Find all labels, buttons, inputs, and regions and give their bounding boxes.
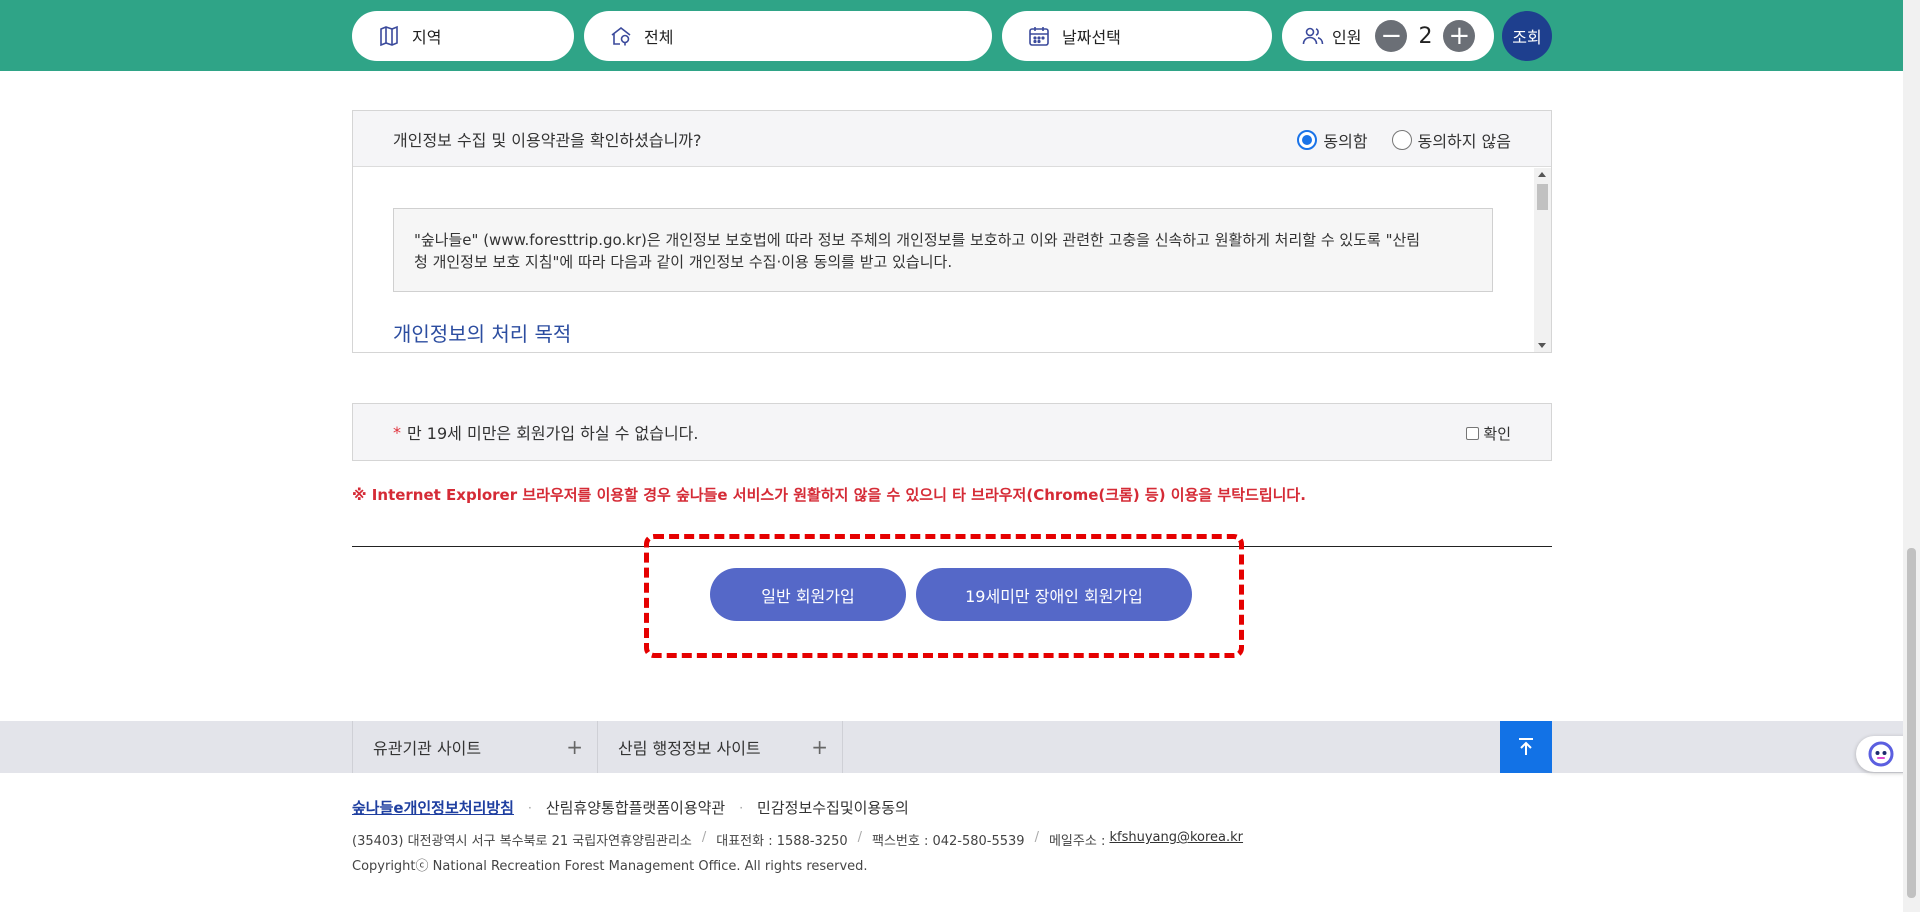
- scroll-down-arrow-icon[interactable]: [1538, 343, 1546, 348]
- related-sites-label: 유관기관 사이트: [373, 739, 482, 758]
- search-button[interactable]: 조회: [1502, 11, 1552, 61]
- consent-radio-group: 동의함 동의하지 않음: [1273, 128, 1511, 152]
- footer-site-bar: 유관기관 사이트 + 산림 행정정보 사이트 +: [0, 721, 1903, 773]
- info-separator: /: [857, 830, 862, 845]
- calendar-icon: [1026, 23, 1052, 49]
- chatbot-icon: [1868, 741, 1894, 767]
- scroll-to-top-button[interactable]: [1500, 721, 1552, 773]
- scroll-up-arrow-icon[interactable]: [1538, 172, 1546, 177]
- purpose-title: 개인정보의 처리 목적: [393, 322, 572, 346]
- terms-question: 개인정보 수집 및 이용약관을 확인하셨습니까?: [393, 130, 702, 150]
- chatbot-button[interactable]: [1856, 736, 1906, 772]
- terms-scrollbar[interactable]: [1534, 168, 1551, 352]
- notice-line-1: "숲나들e" (www.foresttrip.go.kr)은 개인정보 보호법에…: [414, 231, 1421, 249]
- disagree-radio[interactable]: [1391, 130, 1412, 150]
- people-label: 인원: [1332, 28, 1362, 47]
- footer-links: 숲나들e개인정보처리방침 · 산림휴양통합플랫폼이용약관 · 민감정보수집및이용…: [352, 797, 909, 818]
- privacy-policy-link[interactable]: 숲나들e개인정보처리방침: [352, 797, 514, 818]
- house-pin-icon: [608, 23, 634, 49]
- age-notice-text: 만 19세 미만은 회원가입 하실 수 없습니다.: [407, 424, 699, 443]
- arrow-up-icon: [1519, 738, 1533, 755]
- notice-line-2: 청 개인정보 보호 지침"에 따라 다음과 같이 개인정보 수집·이용 동의를 …: [414, 253, 953, 271]
- privacy-notice: "숲나들e" (www.foresttrip.go.kr)은 개인정보 보호법에…: [393, 208, 1493, 292]
- page-scroll-thumb[interactable]: [1907, 548, 1916, 898]
- age-confirm-checkbox[interactable]: [1466, 427, 1480, 440]
- page-scrollbar[interactable]: [1903, 0, 1920, 912]
- top-search-bar: 지역 전체 날짜선택 인원 − 2 + 조회: [0, 0, 1903, 71]
- people-icon: [1300, 23, 1326, 49]
- related-sites-select[interactable]: 유관기관 사이트 +: [352, 721, 598, 773]
- plus-icon: +: [566, 735, 583, 759]
- phone-text: 대표전화 : 1588-3250: [716, 834, 848, 849]
- link-separator: ·: [527, 800, 532, 815]
- increase-people-button[interactable]: +: [1443, 20, 1476, 52]
- forest-admin-sites-select[interactable]: 산림 행정정보 사이트 +: [597, 721, 843, 773]
- info-separator: /: [1034, 830, 1039, 845]
- terms-scroll-area[interactable]: "숲나들e" (www.foresttrip.go.kr)은 개인정보 보호법에…: [353, 168, 1551, 352]
- decrease-people-button[interactable]: −: [1375, 20, 1408, 52]
- category-label: 전체: [644, 28, 674, 47]
- footer-address: (35403) 대전광역시 서구 복수북로 21 국립자연휴양림관리소 / 대표…: [352, 830, 1243, 849]
- email-label: 메일주소 :: [1048, 834, 1106, 849]
- map-icon: [376, 23, 402, 49]
- plus-icon: +: [811, 735, 828, 759]
- agree-option[interactable]: 동의함: [1297, 128, 1368, 152]
- address-text: (35403) 대전광역시 서구 복수북로 21 국립자연휴양림관리소: [352, 834, 692, 849]
- terms-panel: 개인정보 수집 및 이용약관을 확인하셨습니까? 동의함 동의하지 않음 "숲나…: [352, 110, 1552, 353]
- date-label: 날짜선택: [1062, 28, 1121, 47]
- disagree-label: 동의하지 않음: [1417, 132, 1511, 151]
- age-notice-panel: * 만 19세 미만은 회원가입 하실 수 없습니다. 확인: [352, 403, 1552, 461]
- sensitive-info-link[interactable]: 민감정보수집및이용동의: [757, 797, 909, 818]
- region-select[interactable]: 지역: [352, 11, 574, 61]
- scroll-thumb[interactable]: [1537, 184, 1548, 210]
- people-count: 2: [1418, 23, 1433, 49]
- forest-admin-label: 산림 행정정보 사이트: [618, 739, 761, 758]
- copyright-text: Copyrightⓒ National Recreation Forest Ma…: [352, 859, 868, 874]
- people-stepper: 인원 − 2 +: [1282, 11, 1494, 61]
- platform-terms-link[interactable]: 산림휴양통합플랫폼이용약관: [546, 797, 725, 818]
- category-select[interactable]: 전체: [584, 11, 992, 61]
- disagree-option[interactable]: 동의하지 않음: [1391, 128, 1511, 152]
- region-label: 지역: [412, 28, 442, 47]
- date-select[interactable]: 날짜선택: [1002, 11, 1272, 61]
- general-join-button[interactable]: 일반 회원가입: [710, 568, 906, 621]
- age-confirm-option[interactable]: 확인: [1466, 423, 1511, 444]
- terms-header: 개인정보 수집 및 이용약관을 확인하셨습니까? 동의함 동의하지 않음: [353, 111, 1551, 167]
- fax-text: 팩스번호 : 042-580-5539: [872, 834, 1025, 849]
- email-link[interactable]: kfshuyang@korea.kr: [1109, 830, 1243, 849]
- link-separator: ·: [739, 800, 744, 815]
- agree-radio[interactable]: [1297, 130, 1318, 150]
- agree-label: 동의함: [1323, 132, 1368, 151]
- ie-warning-text: ※ Internet Explorer 브라우저를 이용할 경우 숲나들e 서비…: [352, 486, 1306, 504]
- minor-disabled-join-button[interactable]: 19세미만 장애인 회원가입: [916, 568, 1192, 621]
- info-separator: /: [701, 830, 707, 845]
- required-star: *: [393, 422, 401, 442]
- age-confirm-label: 확인: [1483, 425, 1511, 443]
